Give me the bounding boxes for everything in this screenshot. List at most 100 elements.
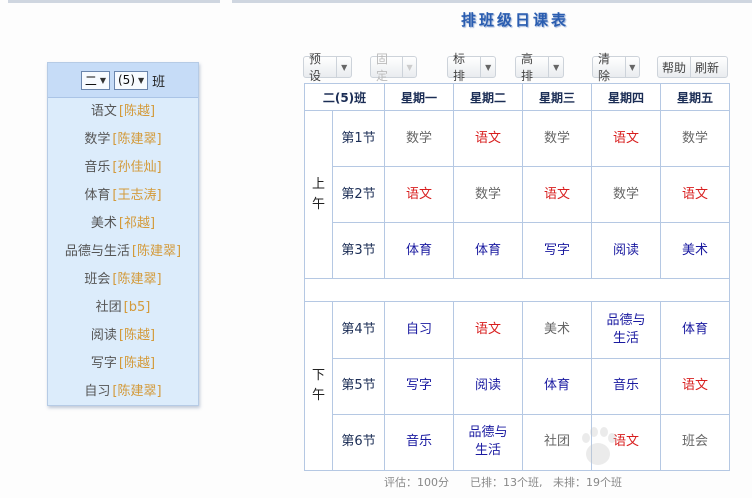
afternoon-label-char: 下 xyxy=(311,368,325,384)
lesson-cell[interactable]: 美术 xyxy=(659,222,731,280)
lesson-subject: 语文 xyxy=(543,186,570,202)
lesson-subject: 语文 xyxy=(681,378,708,394)
subject-item[interactable]: 自习 [陈建翠] xyxy=(48,378,198,406)
class-select[interactable]: (5) ▼ xyxy=(114,70,149,90)
lesson-cell[interactable]: 写字 xyxy=(521,222,592,280)
period-label: 第5节 xyxy=(331,357,386,415)
subject-item[interactable]: 品德与生活 [陈建翠] xyxy=(48,238,198,266)
clear-button[interactable]: 清除 ▼ xyxy=(592,52,640,83)
lesson-cell[interactable]: 美术 xyxy=(521,301,592,359)
subject-teacher: [陈越] xyxy=(118,328,156,343)
subject-item[interactable]: 音乐 [孙佳灿] xyxy=(48,154,198,182)
lesson-cell[interactable]: 阅读 xyxy=(453,357,523,415)
lesson-cell[interactable]: 数学 xyxy=(384,109,454,168)
subject-teacher: [陈建翠] xyxy=(112,272,162,287)
day-header: 星期四 xyxy=(590,83,661,111)
subject-item[interactable]: 美术 [祁越] xyxy=(48,210,198,238)
chevron-down-icon[interactable]: ▼ xyxy=(624,57,639,77)
subject-list: 语文 [陈越] 数学 [陈建翠] 音乐 [孙佳灿] 体育 [王志涛] 美术 [祁越] 品德与生活 [陈… xyxy=(48,98,198,406)
lesson-cell[interactable]: 语文 xyxy=(590,109,661,168)
lesson-subject: 写字 xyxy=(543,242,570,258)
lesson-cell[interactable]: 体育 xyxy=(521,357,592,415)
lesson-cell[interactable]: 社团 xyxy=(521,413,592,472)
refresh-button[interactable]: 刷新 xyxy=(690,57,723,77)
subject-teacher: [陈越] xyxy=(118,356,156,371)
mark-button[interactable]: 标排 ▼ xyxy=(447,52,496,83)
fixed-label: 固定 xyxy=(376,52,389,83)
subject-teacher: [陈建翠] xyxy=(112,132,162,147)
subject-name: 班会 xyxy=(84,272,111,287)
lesson-cell[interactable]: 品德与生活 xyxy=(453,413,523,472)
subject-item[interactable]: 体育 [王志涛] xyxy=(48,182,198,210)
lesson-cell[interactable]: 数学 xyxy=(453,166,523,224)
lesson-cell[interactable]: 数学 xyxy=(659,109,731,168)
lesson-subject: 美术 xyxy=(543,322,570,338)
subject-item[interactable]: 阅读 [陈越] xyxy=(48,322,198,350)
lesson-cell[interactable]: 体育 xyxy=(384,222,454,280)
lesson-cell[interactable]: 自习 xyxy=(384,301,454,359)
lesson-cell[interactable]: 语文 xyxy=(590,413,661,472)
lesson-subject: 语文 xyxy=(474,322,501,338)
subject-item[interactable]: 写字 [陈越] xyxy=(48,350,198,378)
lesson-subject: 体育 xyxy=(406,242,433,258)
preset-label: 预设 xyxy=(309,52,322,83)
lesson-cell[interactable]: 语文 xyxy=(453,109,523,168)
lesson-cell[interactable]: 班会 xyxy=(659,413,731,472)
lesson-cell[interactable]: 音乐 xyxy=(590,357,661,415)
subject-item[interactable]: 班会 [陈建翠] xyxy=(48,266,198,294)
preset-button[interactable]: 预设 ▼ xyxy=(303,52,352,83)
subject-name: 自习 xyxy=(84,384,111,399)
class-value: (5) xyxy=(118,73,135,87)
subject-item[interactable]: 社团 [b5] xyxy=(48,294,198,322)
lesson-cell[interactable]: 体育 xyxy=(659,301,731,359)
status-footer: 评估：100分 已排：13个班, 未排：19个班 xyxy=(384,474,622,490)
lesson-cell[interactable]: 语文 xyxy=(521,166,592,224)
day-header: 星期二 xyxy=(453,83,523,111)
period-label: 第6节 xyxy=(331,413,386,472)
lesson-cell[interactable]: 语文 xyxy=(659,357,731,415)
lesson-cell[interactable]: 音乐 xyxy=(384,413,454,472)
class-suffix: 班 xyxy=(152,74,166,90)
subject-teacher: [孙佳灿] xyxy=(112,160,162,175)
lesson-cell[interactable]: 语文 xyxy=(384,166,454,224)
lesson-cell[interactable]: 语文 xyxy=(453,301,523,359)
lesson-subject: 自习 xyxy=(406,322,433,338)
lesson-cell[interactable]: 数学 xyxy=(590,166,661,224)
chevron-down-icon[interactable]: ▼ xyxy=(402,57,416,77)
lesson-subject: 数学 xyxy=(681,130,708,146)
lesson-subject: 音乐 xyxy=(406,434,433,450)
day-header: 星期三 xyxy=(521,83,592,111)
period-row: 第2节 语文 数学 语文 数学 语文 xyxy=(305,166,731,224)
subject-item[interactable]: 数学 [陈建翠] xyxy=(48,126,198,154)
grade-select[interactable]: 二 ▼ xyxy=(80,70,110,90)
subject-item[interactable]: 语文 [陈越] xyxy=(48,98,198,126)
fixed-button[interactable]: 固定 ▼ xyxy=(370,52,417,83)
chevron-down-icon[interactable]: ▼ xyxy=(548,57,563,77)
advanced-button[interactable]: 高排 ▼ xyxy=(515,52,564,83)
subject-teacher: [祁越] xyxy=(118,216,156,231)
unscheduled-text: 未排：19个班 xyxy=(552,476,622,489)
chevron-down-icon[interactable]: ▼ xyxy=(336,57,351,77)
lesson-subject: 体育 xyxy=(474,242,501,258)
subject-teacher: [b5] xyxy=(123,300,151,315)
chevron-down-icon: ▼ xyxy=(99,75,106,85)
subject-name: 写字 xyxy=(90,356,117,371)
subject-teacher: [陈建翠] xyxy=(112,384,162,399)
lesson-cell[interactable]: 体育 xyxy=(453,222,523,280)
lesson-cell[interactable]: 语文 xyxy=(659,166,731,224)
lesson-cell[interactable]: 品德与生活 xyxy=(590,301,661,359)
lesson-cell[interactable]: 写字 xyxy=(384,357,454,415)
period-label: 第4节 xyxy=(331,301,386,359)
lesson-cell[interactable]: 数学 xyxy=(521,109,592,168)
morning-label: 上午 xyxy=(304,109,333,280)
chevron-down-icon[interactable]: ▼ xyxy=(480,57,495,77)
help-button[interactable]: 帮助 xyxy=(658,57,690,77)
lesson-cell[interactable]: 阅读 xyxy=(590,222,661,280)
lesson-subject: 语文 xyxy=(474,130,501,146)
noon-break-cell xyxy=(304,278,730,303)
subject-name: 语文 xyxy=(90,104,117,119)
subject-name: 音乐 xyxy=(84,160,111,175)
period-row: 第3节 体育 体育 写字 阅读 美术 xyxy=(305,222,731,280)
lesson-subject: 数学 xyxy=(612,186,639,202)
lesson-subject: 体育 xyxy=(681,322,708,338)
